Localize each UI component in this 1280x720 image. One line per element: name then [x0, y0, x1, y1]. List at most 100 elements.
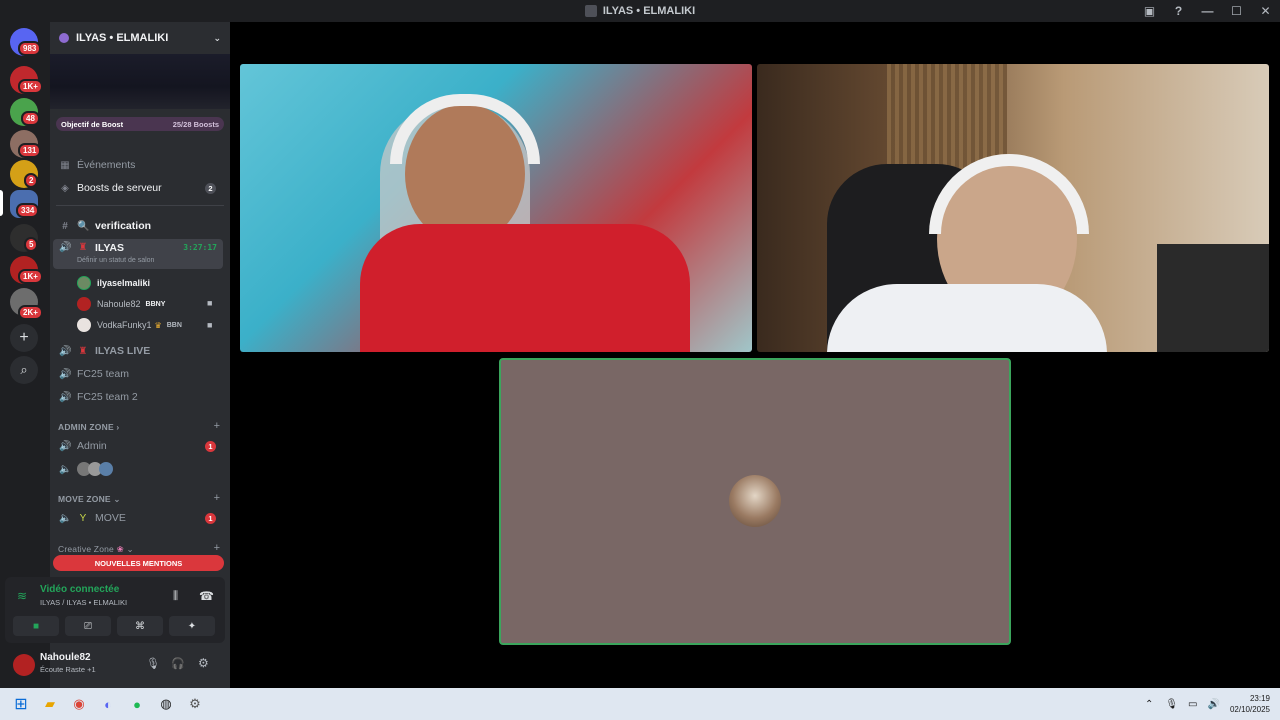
participant-shirt	[360, 224, 690, 352]
screen-share-button[interactable]: ⎚	[65, 616, 111, 636]
network-icon[interactable]: ▭	[1188, 699, 1197, 710]
voice-user-name: VodkaFunky1	[97, 320, 152, 330]
user-name[interactable]: Nahoule82	[40, 652, 91, 663]
participant-avatar	[729, 475, 781, 527]
server-badge: 2	[24, 173, 39, 188]
time: 23:19	[1249, 694, 1270, 703]
divider	[56, 205, 224, 206]
microphone-icon[interactable]: 🎙	[146, 657, 160, 670]
category-admin-zone[interactable]: ADMIN ZONE ›	[58, 422, 119, 432]
clock[interactable]: 23:19 02/10/2025	[1230, 693, 1270, 715]
activities-button[interactable]: ⌘	[117, 616, 163, 636]
inbox-icon[interactable]: ▣	[1135, 0, 1164, 22]
screen-share-icon: ⎚	[84, 620, 92, 632]
server-boosts-item[interactable]: ◈ Boosts de serveur 2	[53, 178, 223, 198]
taskbar: ⊞ ▰ ◉ ◐ ● ◍ ⚙ ⌃ 🎙 ▭ 🔊 23:19 02/10/2025	[0, 688, 1280, 720]
help-icon[interactable]: ?	[1164, 0, 1193, 22]
settings-gear-icon[interactable]: ⚙	[183, 692, 207, 716]
voice-user[interactable]: ilyaselmaliki	[77, 274, 150, 292]
server-badge: 131	[18, 143, 42, 158]
admin-voice-users[interactable]: 🔈	[53, 459, 223, 479]
soundboard-button[interactable]: ✦	[169, 616, 215, 636]
settings-gear-icon[interactable]: ⚙	[198, 656, 209, 670]
server-badge: 5	[24, 237, 39, 252]
avatar	[77, 297, 91, 311]
speaker-icon: 🔊	[59, 345, 72, 357]
boost-progress: 25/28 Boosts	[172, 119, 219, 129]
channel-name: FC25 team 2	[77, 391, 138, 403]
voice-user[interactable]: Nahoule82 BBNY	[77, 295, 165, 313]
disconnect-icon[interactable]: ☎	[199, 589, 214, 603]
boosts-label: Boosts de serveur	[77, 182, 162, 194]
explore-icon[interactable]: ⌕	[10, 356, 38, 384]
minimize-button[interactable]: —	[1193, 0, 1222, 22]
chrome-icon[interactable]: ◉	[67, 692, 91, 716]
server-badge: 1K+	[18, 269, 43, 284]
microphone-icon[interactable]: 🎙	[1165, 699, 1178, 710]
category-label: ADMIN ZONE	[58, 422, 114, 432]
boost-goal[interactable]: Objectif de Boost 25/28 Boosts	[56, 117, 224, 131]
file-explorer-icon[interactable]: ▰	[38, 692, 62, 716]
video-icon: ■	[207, 320, 213, 330]
voice-channel-path[interactable]: ILYAS / ILYAS • ELMALIKI	[40, 598, 127, 607]
channel-move[interactable]: 🔈 Y MOVE 1	[53, 508, 223, 528]
volume-icon[interactable]: 🔊	[1208, 699, 1220, 710]
add-server-icon[interactable]: +	[10, 324, 38, 352]
spotify-icon[interactable]: ●	[125, 692, 149, 716]
calendar-icon: ▦	[60, 159, 70, 171]
guild-header[interactable]: ILYAS • ELMALIKI ⌄	[50, 22, 230, 54]
discord-icon[interactable]: ◐	[96, 692, 120, 716]
guild-name: ILYAS • ELMALIKI	[76, 32, 169, 44]
guild-icon	[59, 33, 69, 43]
add-channel-icon[interactable]: +	[214, 420, 220, 432]
close-button[interactable]: ✕	[1251, 0, 1280, 22]
channel-status[interactable]: Définir un statut de salon	[77, 257, 154, 264]
speaker-icon: 🔊	[59, 242, 72, 253]
signal-icon[interactable]: ≋	[17, 589, 27, 603]
server-badge: 2K+	[18, 305, 43, 320]
headphones-icon[interactable]: 🎧	[171, 657, 185, 670]
speaker-icon: 🔈	[59, 512, 72, 524]
channel-verification[interactable]: # 🔍 verification	[53, 216, 223, 236]
video-icon: ■	[207, 298, 213, 308]
add-channel-icon[interactable]: +	[214, 542, 220, 554]
voice-user-name: Nahoule82	[97, 299, 141, 309]
channel-name: MOVE	[95, 512, 126, 524]
start-menu-icon[interactable]: ⊞	[9, 692, 33, 716]
chevron-down-icon: ⌄	[213, 32, 221, 43]
channel-fc25-team[interactable]: 🔊 FC25 team	[53, 364, 223, 384]
video-tile-3-speaking[interactable]	[499, 358, 1011, 645]
avatar[interactable]	[13, 654, 35, 676]
channel-name: verification	[95, 220, 152, 232]
crown-icon: ♛	[154, 320, 162, 330]
camera-button[interactable]: ■	[13, 616, 59, 636]
category-move-zone[interactable]: MOVE ZONE ⌄	[58, 494, 121, 505]
video-tile-1[interactable]	[240, 64, 752, 352]
voice-status[interactable]: Vidéo connectée	[40, 584, 119, 595]
chevron-up-icon[interactable]: ⌃	[1145, 699, 1153, 710]
channel-admin[interactable]: 🔊 Admin 1	[53, 436, 223, 456]
noise-suppression-icon[interactable]: ⫼	[173, 590, 178, 603]
hashtag-icon: #	[62, 220, 68, 232]
add-channel-icon[interactable]: +	[214, 492, 220, 504]
gamepad-icon: ⌘	[135, 620, 145, 632]
voice-user[interactable]: VodkaFunky1 ♛ BBN	[77, 316, 182, 334]
trophy-icon: ♜	[78, 345, 88, 357]
channel-name: FC25 team	[77, 368, 129, 380]
channel-ilyas[interactable]: 🔊 ♜ ILYAS 3:27:17 Définir un statut de s…	[53, 239, 223, 269]
camera-icon: ■	[32, 620, 40, 632]
cocktail-icon: Y	[79, 512, 87, 524]
obs-icon[interactable]: ◍	[154, 692, 178, 716]
video-tile-2[interactable]	[757, 64, 1269, 352]
category-creative-zone[interactable]: Creative Zone ❀ ⌄	[58, 544, 134, 555]
channel-ilyas-live[interactable]: 🔊 ♜ ILYAS LIVE	[53, 341, 223, 361]
palette-icon: ❀	[116, 544, 124, 554]
server-icon	[584, 5, 597, 17]
maximize-button[interactable]: ☐	[1222, 0, 1251, 22]
speaker-icon: 🔊	[59, 391, 72, 403]
channel-fc25-team-2[interactable]: 🔊 FC25 team 2	[53, 387, 223, 407]
events-item[interactable]: ▦ Événements	[53, 155, 223, 175]
date: 02/10/2025	[1229, 705, 1270, 714]
avatar	[99, 462, 113, 476]
new-mentions-button[interactable]: NOUVELLES MENTIONS	[53, 555, 224, 571]
